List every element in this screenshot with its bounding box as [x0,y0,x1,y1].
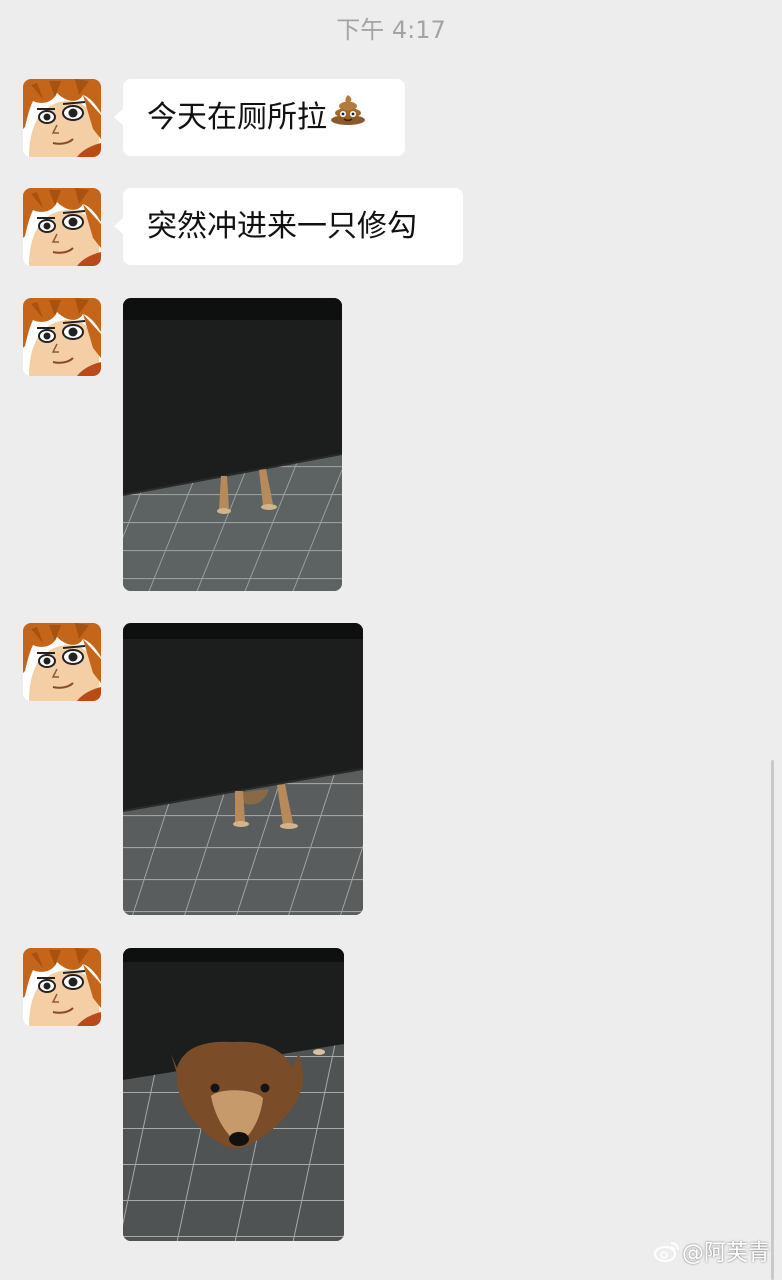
message-bubble[interactable]: 今天在厕所拉 [114,77,405,156]
message-text: 今天在厕所拉 [147,100,327,135]
photo-dog-paws-under-door-icon [123,298,342,591]
photo-dog-face-under-door-icon [123,948,344,1241]
avatar-image [23,623,101,701]
avatar-image [23,298,101,376]
sender-avatar[interactable] [23,188,101,266]
scrollbar[interactable] [771,760,774,1280]
weibo-icon [653,1240,680,1268]
watermark-text: @阿芙青 [681,1241,770,1266]
image-message[interactable] [123,948,344,1241]
sender-avatar[interactable] [23,79,101,157]
sender-avatar[interactable] [23,948,101,1026]
poop-emoji-icon [330,77,366,154]
message-timestamp: 下午 4:17 [336,16,446,44]
photo-dog-paws-under-door-icon [123,623,363,915]
message-text: 突然冲进来一只修勾 [147,209,417,244]
watermark: @阿芙青 [653,1235,770,1268]
sender-avatar[interactable] [23,623,101,701]
avatar-image [23,79,101,157]
image-message[interactable] [123,298,342,591]
avatar-image [23,948,101,1026]
sender-avatar[interactable] [23,298,101,376]
message-bubble[interactable]: 突然冲进来一只修勾 [114,188,463,265]
image-message[interactable] [123,623,363,915]
avatar-image [23,188,101,266]
